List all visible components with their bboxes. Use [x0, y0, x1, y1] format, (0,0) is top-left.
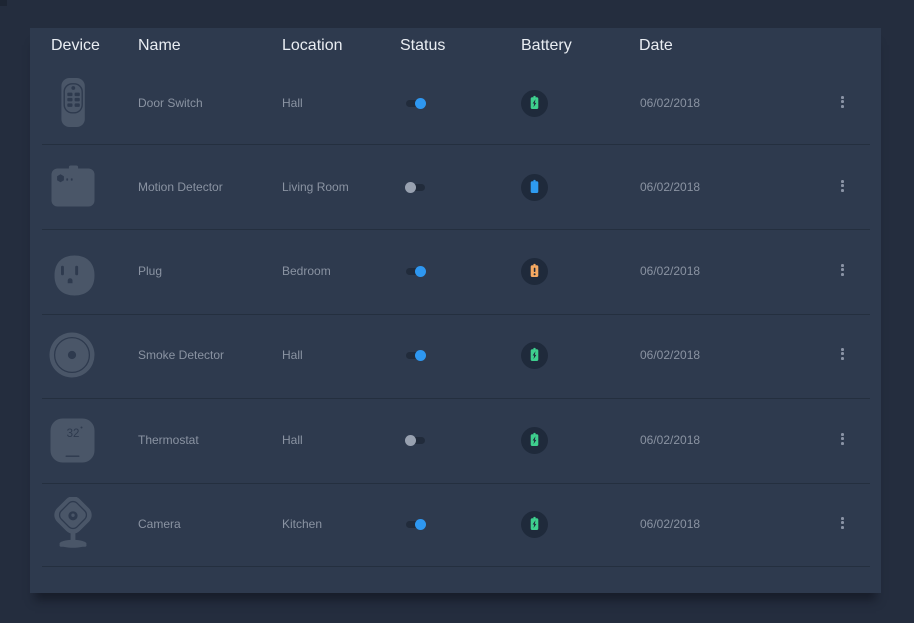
- svg-text:32: 32: [67, 428, 80, 440]
